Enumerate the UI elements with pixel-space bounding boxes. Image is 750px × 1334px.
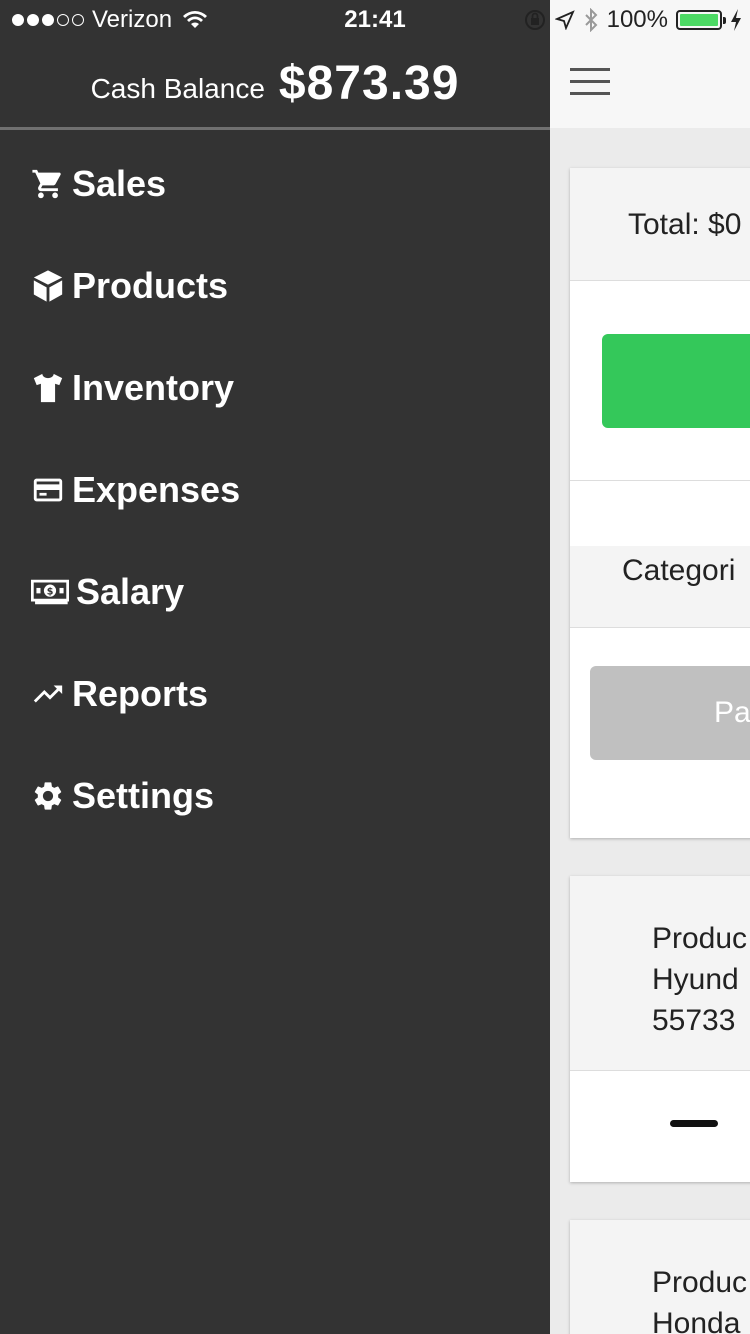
status-right: 100% [523,6,742,34]
menu-item-expenses[interactable]: Expenses [0,439,550,541]
drawer-menu: Sales Products Inventory Expenses $ Sala… [0,133,550,847]
pay-button[interactable]: Pa [590,666,750,760]
main-content: Total: $0 Categori Pa Produc Hyund 55733… [550,0,750,1334]
product-card-line: Produc [652,1266,748,1299]
menu-item-reports[interactable]: Reports [0,643,550,745]
cart-summary-card: Total: $0 Categori Pa [570,168,750,838]
cash-balance-value: $873.39 [278,57,460,110]
cart-icon [28,164,68,204]
bluetooth-icon [584,8,598,32]
trending-up-icon [28,674,68,714]
cash-balance-header: Cash Balance $873.39 [0,40,550,130]
cash-balance-label: Cash Balance [90,72,265,104]
cube-icon [28,266,68,306]
product-card-header: Produc Honda [570,1220,750,1334]
total-label: Total: $0 [570,168,750,281]
menu-item-label: Inventory [72,367,235,408]
menu-item-salary[interactable]: $ Salary [0,541,550,643]
categories-label: Categori [570,546,750,628]
status-bar: Verizon 21:41 100% [0,0,750,40]
tshirt-icon [28,368,68,408]
orientation-lock-icon [524,10,545,30]
divider [570,480,750,481]
charging-bolt-icon [731,9,741,31]
money-bill-icon: $ [28,572,72,612]
menu-item-label: Settings [72,775,215,816]
product-card-line: 55733 [652,1004,736,1037]
location-arrow-icon [554,10,575,30]
credit-card-icon [28,470,68,510]
battery-icon [676,10,726,30]
menu-item-inventory[interactable]: Inventory [0,337,550,439]
menu-item-label: Expenses [72,469,241,510]
menu-item-label: Sales [72,163,167,204]
menu-item-products[interactable]: Products [0,235,550,337]
checkout-button[interactable] [602,334,750,428]
menu-item-settings[interactable]: Settings [0,745,550,847]
product-card[interactable]: Produc Honda [570,1220,750,1334]
product-card-line: Honda [652,1307,741,1334]
side-drawer: Cash Balance $873.39 Sales Products Inve… [0,0,550,1334]
hamburger-menu-icon[interactable] [570,68,610,98]
svg-text:$: $ [47,587,54,598]
menu-item-sales[interactable]: Sales [0,133,550,235]
battery-percent: 100% [606,6,668,33]
menu-item-label: Products [72,265,229,306]
minus-icon[interactable] [670,1120,718,1127]
product-card-line: Hyund [652,963,739,996]
gear-icon [28,776,68,816]
product-card-line: Produc [652,922,748,955]
menu-item-label: Reports [72,673,209,714]
product-card-header: Produc Hyund 55733 [570,876,750,1071]
menu-item-label: Salary [76,571,185,612]
product-card[interactable]: Produc Hyund 55733 [570,876,750,1182]
pay-button-label: Pa [714,696,750,729]
